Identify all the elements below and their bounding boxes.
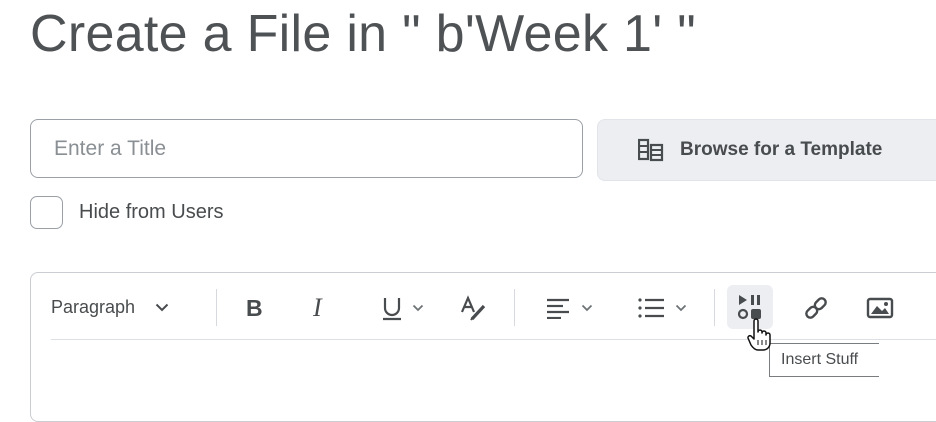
bold-icon: B <box>246 297 263 319</box>
image-button[interactable] <box>860 289 900 326</box>
browse-template-button[interactable]: Browse for a Template <box>597 119 936 181</box>
toolbar-divider <box>216 289 217 326</box>
hand-cursor-icon <box>747 318 771 351</box>
chevron-down-icon <box>155 303 169 312</box>
title-input[interactable] <box>31 120 582 177</box>
text-style-button[interactable] <box>456 289 490 326</box>
paragraph-format-label: Paragraph <box>51 297 136 317</box>
hide-from-users-checkbox[interactable] <box>30 196 63 229</box>
italic-button[interactable]: I <box>302 289 336 326</box>
align-button[interactable] <box>538 289 600 326</box>
image-icon <box>866 297 894 318</box>
italic-icon: I <box>312 296 323 320</box>
chevron-down-icon <box>412 304 424 311</box>
toolbar-divider <box>514 289 515 326</box>
toolbar-separator <box>51 339 936 340</box>
page-title: Create a File in " b'Week 1' " <box>30 5 696 63</box>
template-icon <box>638 138 664 162</box>
align-left-icon <box>547 298 569 319</box>
list-button[interactable] <box>631 289 693 326</box>
paragraph-format-dropdown[interactable]: Paragraph <box>51 289 169 326</box>
insert-stuff-icon <box>737 295 761 320</box>
hide-from-users-label: Hide from Users <box>79 201 224 223</box>
svg-text:I: I <box>312 296 323 320</box>
svg-text:B: B <box>246 297 263 319</box>
browse-template-label: Browse for a Template <box>680 139 883 160</box>
bold-button[interactable]: B <box>237 289 271 326</box>
title-field[interactable] <box>30 119 583 178</box>
hide-from-users-row: Hide from Users <box>30 196 223 229</box>
text-style-icon <box>460 294 486 321</box>
insert-stuff-tooltip: Insert Stuff <box>769 343 879 377</box>
underline-icon <box>383 297 401 320</box>
toolbar-divider <box>714 289 715 326</box>
bulleted-list-icon <box>638 297 664 318</box>
link-button[interactable] <box>796 289 836 326</box>
chevron-down-icon <box>581 304 593 311</box>
underline-button[interactable] <box>371 289 433 326</box>
chevron-down-icon <box>675 304 687 311</box>
link-icon <box>805 296 827 319</box>
